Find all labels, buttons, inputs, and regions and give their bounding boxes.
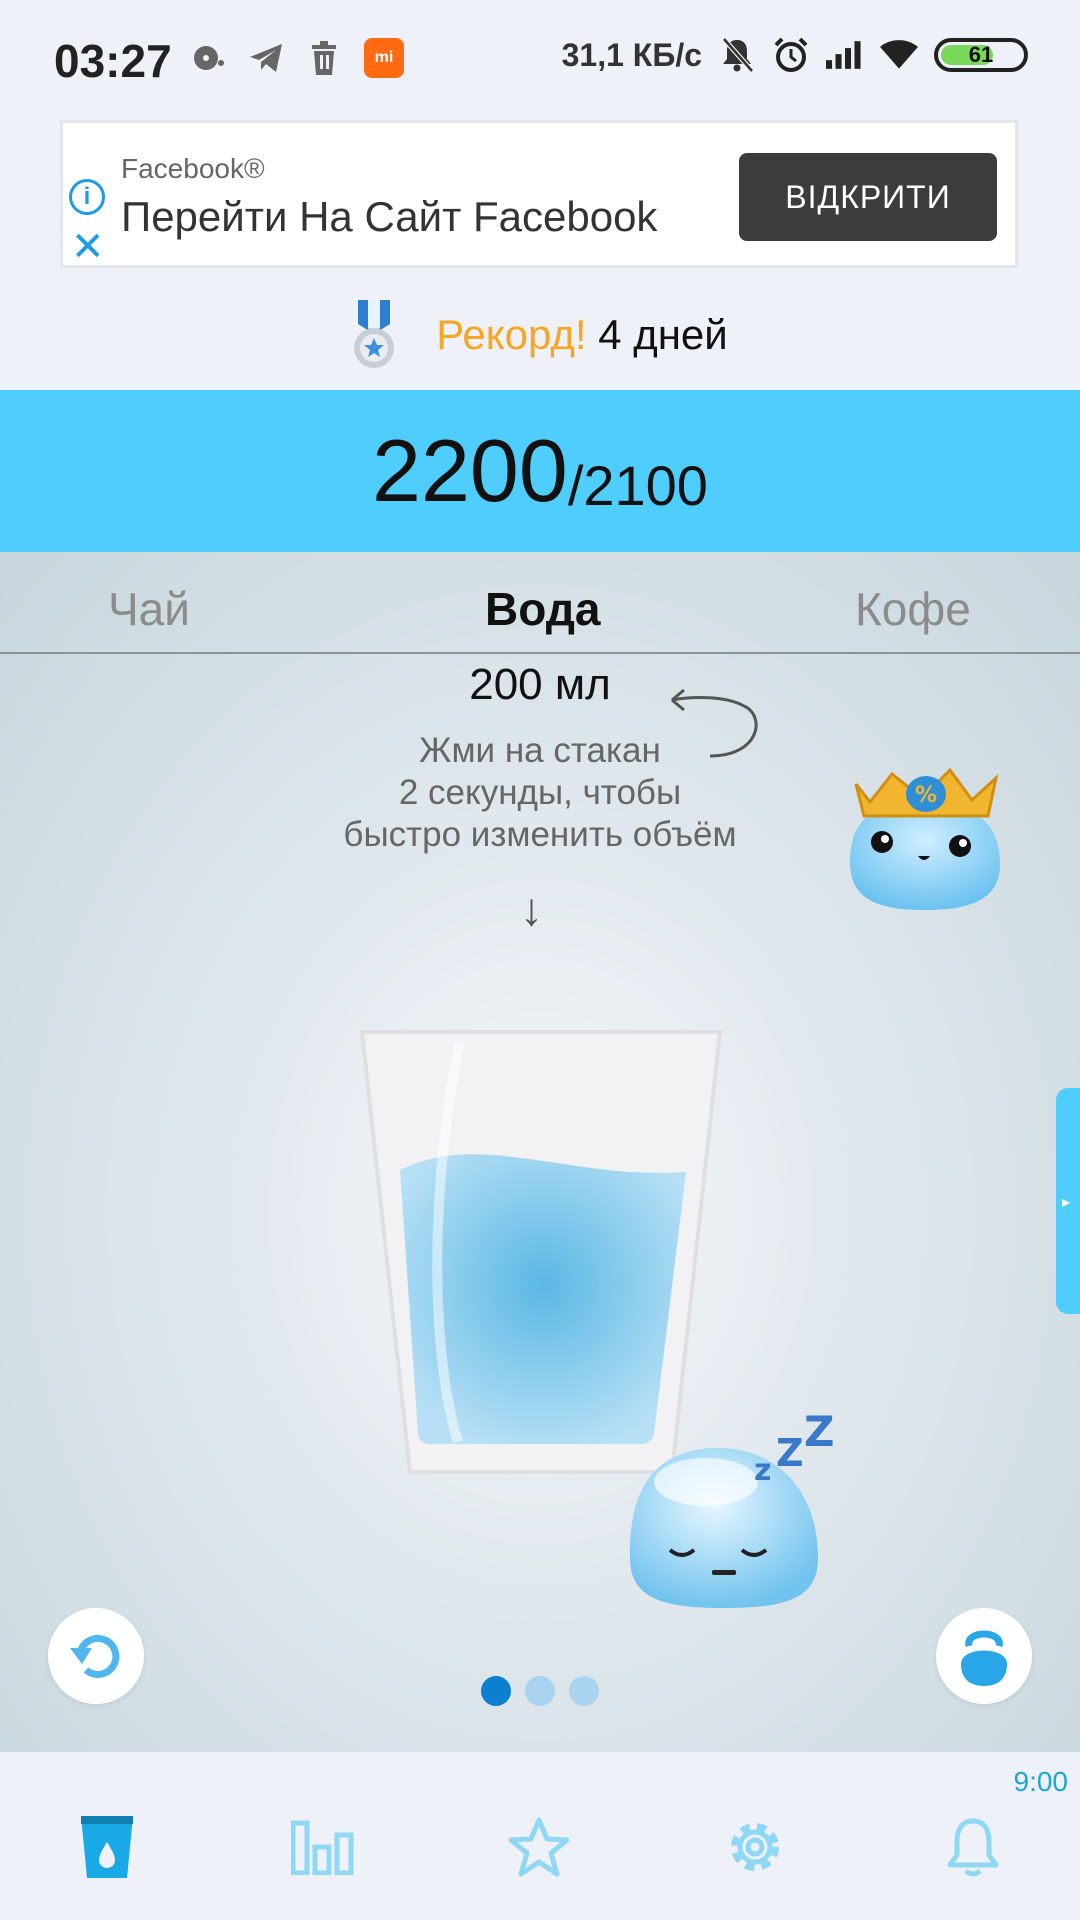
mute-icon [718, 36, 756, 74]
record-row: Рекорд! 4 дней [0, 290, 1080, 380]
wifi-icon [880, 36, 918, 74]
hint-text: Жми на стакан 2 секунды, чтобы быстро из… [290, 730, 790, 856]
battery-icon: 61 [934, 38, 1028, 72]
ad-banner[interactable]: i ✕ Facebook® Перейти На Сайт Facebook В… [60, 120, 1018, 268]
premium-drop-icon[interactable]: % [830, 732, 1020, 922]
hint-line: 2 секунды, чтобы [398, 773, 682, 812]
page-dot[interactable] [525, 1676, 555, 1706]
chart-icon [291, 1820, 354, 1875]
sleepy-drop-icon: z Z Z [629, 1407, 834, 1608]
status-time: 03:27 [54, 35, 172, 87]
alarm-icon [772, 36, 810, 74]
hint-line: Жми на стакан [419, 731, 661, 770]
info-icon[interactable]: i [69, 179, 105, 215]
page-dot[interactable] [481, 1676, 511, 1706]
side-drawer-handle[interactable]: ▸ [1056, 1088, 1080, 1314]
side-arrow-icon: ▸ [1062, 1194, 1071, 1211]
daily-total: 2200 /2100 [0, 390, 1080, 552]
svg-text:%: % [915, 783, 937, 808]
battery-level: 61 [968, 42, 994, 67]
drink-tabs: Чай Вода Кофе [0, 552, 1080, 654]
signal-icon [826, 36, 864, 74]
nav-stats[interactable] [278, 1802, 368, 1892]
ad-open-button[interactable]: ВІДКРИТИ [739, 153, 997, 241]
tab-water[interactable]: Вода [485, 582, 601, 636]
page-dot[interactable] [569, 1676, 599, 1706]
tab-coffee[interactable]: Кофе [855, 582, 971, 636]
svg-text:Z: Z [804, 1407, 834, 1456]
page-indicator [0, 1676, 1080, 1706]
svg-text:Z: Z [776, 1431, 804, 1475]
goal-amount: /2100 [567, 453, 708, 517]
star-icon [508, 1817, 570, 1877]
record-label: Рекорд! [436, 311, 587, 358]
close-icon[interactable]: ✕ [71, 227, 105, 267]
current-amount: 2200 [372, 421, 568, 520]
drink-area: Чай Вода Кофе 200 мл Жми на стакан 2 сек… [0, 552, 1080, 1752]
medal-icon [352, 300, 396, 370]
volume-label[interactable]: 200 мл [0, 660, 1080, 710]
down-arrow-icon: ↓ [520, 883, 543, 935]
svg-text:z: z [754, 1453, 771, 1488]
tab-tea[interactable]: Чай [108, 582, 190, 636]
nav-reminders[interactable] [928, 1802, 1018, 1892]
mi-home-icon: mi [364, 38, 404, 78]
nav-achievements[interactable] [494, 1802, 584, 1892]
telegram-icon [248, 40, 284, 76]
bottom-nav: 9:00 [0, 1752, 1080, 1920]
status-left-icons: mi [190, 38, 404, 78]
bell-icon [947, 1818, 999, 1877]
gear-icon [731, 1823, 779, 1871]
ad-brand: Facebook® [121, 153, 265, 184]
nav-water[interactable] [62, 1802, 152, 1892]
status-right-icons: 31,1 КБ/с 61 [562, 36, 1028, 74]
hint-line: быстро изменить объём [343, 815, 737, 854]
next-reminder-time: 9:00 [1013, 1766, 1069, 1797]
trash-icon [306, 40, 342, 76]
glass-icon [81, 1816, 133, 1878]
record-days: 4 дней [598, 311, 728, 358]
net-speed: 31,1 КБ/с [561, 36, 702, 73]
nav-settings[interactable] [710, 1802, 800, 1892]
ad-title[interactable]: Перейти На Сайт Facebook [121, 193, 657, 241]
status-bar: 03:27 mi 31,1 КБ/с 61 [0, 0, 1080, 120]
record-icon [190, 40, 226, 76]
